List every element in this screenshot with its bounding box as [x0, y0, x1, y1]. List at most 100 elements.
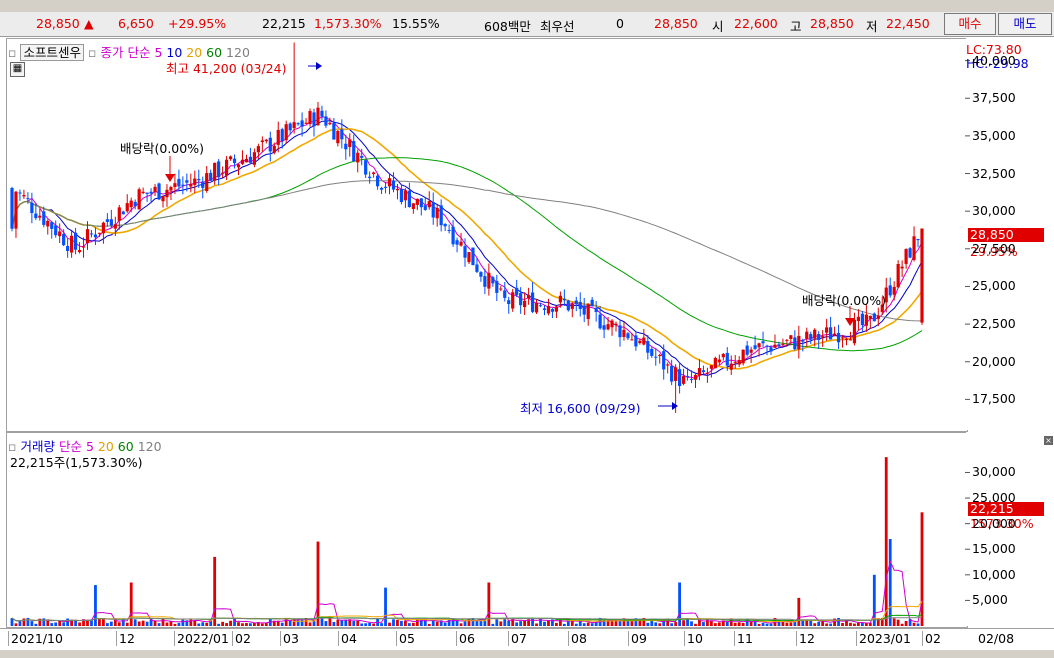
candle-body	[622, 329, 626, 338]
candle-body	[22, 195, 26, 197]
volume-bar	[137, 621, 141, 626]
candle-body	[383, 186, 388, 188]
candle-body	[821, 336, 825, 338]
candle-body	[709, 365, 713, 369]
volume-bar	[384, 587, 387, 626]
x-tick-label: 02/08	[978, 631, 1015, 646]
candle-body	[650, 348, 654, 356]
x-tick-label: 05	[396, 631, 415, 646]
candle-body	[753, 345, 757, 349]
candle-body	[526, 295, 531, 299]
candle-body	[912, 236, 916, 260]
volume-bar	[280, 622, 284, 626]
volume-bar	[404, 620, 407, 626]
volume-bar	[706, 619, 709, 626]
candle-body	[153, 186, 157, 193]
candle-body	[356, 152, 360, 163]
candle-body	[288, 123, 292, 131]
volume-bar	[519, 621, 523, 626]
volume-bar	[860, 623, 864, 626]
volume-bar	[30, 621, 34, 626]
volume-bar	[817, 621, 821, 626]
volume-bar	[141, 620, 145, 626]
volume-bar	[324, 621, 328, 626]
candle-body	[844, 338, 849, 340]
candle-body	[856, 316, 861, 321]
candle-body	[666, 364, 670, 366]
candle-body	[209, 172, 213, 181]
candle-body	[264, 139, 268, 142]
candle-body	[296, 123, 300, 125]
volume-bar	[507, 620, 511, 626]
volume-bar	[431, 621, 435, 626]
volume-bar	[94, 585, 97, 626]
grid-icon[interactable]: ▦	[10, 62, 25, 77]
volume-bar	[586, 622, 590, 626]
candle-body	[268, 137, 272, 152]
candle-body	[89, 233, 94, 235]
candle-body	[896, 263, 900, 288]
x-tick-label: 09	[628, 631, 647, 646]
candle-body	[725, 352, 729, 366]
volume-bar	[892, 618, 896, 626]
candle-body	[562, 298, 566, 301]
volume-bar	[658, 623, 662, 626]
candle-body	[316, 107, 320, 126]
candle-body	[447, 230, 451, 232]
candle-body	[876, 315, 880, 319]
volume-bar	[920, 512, 924, 626]
candle-body	[403, 190, 408, 201]
close-icon[interactable]: ×	[1044, 436, 1053, 445]
chart-canvas	[10, 42, 970, 626]
volume-bar	[237, 622, 240, 626]
candle-body	[372, 172, 376, 175]
candle-body	[439, 205, 443, 226]
volume-bar	[801, 620, 805, 626]
volume-bar	[125, 622, 129, 626]
volume-bar	[503, 619, 507, 626]
volume-bar	[543, 621, 546, 626]
price-tick-label: 30,000	[972, 203, 1016, 219]
stock-name[interactable]: 소프트센우	[20, 44, 84, 61]
volume-bar	[515, 622, 519, 626]
volume-bar	[157, 623, 161, 626]
candle-body	[320, 110, 324, 117]
candle-body	[634, 335, 638, 347]
candle-body	[213, 162, 217, 181]
volume-bar	[904, 620, 908, 626]
candle-body	[511, 292, 515, 309]
volume-bar	[14, 623, 18, 626]
price-tick-label: 22,500	[972, 316, 1016, 332]
candle-body	[825, 327, 829, 333]
candle-body	[419, 198, 423, 208]
candle-body	[26, 198, 30, 200]
x-tick-label: 06	[456, 631, 475, 646]
x-tick-label: 02	[232, 631, 251, 646]
candle-body	[324, 116, 328, 126]
candle-body	[542, 308, 547, 310]
volume-bar	[912, 622, 916, 626]
candle-body	[197, 178, 201, 181]
candle-body	[344, 143, 348, 150]
candle-body	[805, 331, 809, 339]
x-tick-label: 12	[796, 631, 815, 646]
volume-bar	[332, 621, 336, 626]
candle-body	[618, 325, 622, 338]
x-tick-label: 2022/01	[174, 631, 229, 646]
candle-body	[860, 313, 864, 326]
candle-body	[495, 280, 499, 293]
candle-body	[729, 363, 733, 370]
volume-bar	[316, 541, 320, 626]
candle-body	[18, 192, 22, 194]
candle-body	[391, 180, 396, 190]
volume-bar	[884, 457, 888, 626]
volume-bar	[105, 623, 109, 626]
dividend-marker-2: 배당락(0.00%)	[802, 293, 886, 308]
ma20-line	[11, 127, 923, 370]
candle-body	[348, 139, 352, 148]
candle-body	[570, 303, 574, 309]
volume-bar	[781, 621, 785, 626]
volume-bar	[415, 619, 419, 626]
volume-bar	[900, 623, 904, 626]
candle-body	[681, 376, 686, 384]
